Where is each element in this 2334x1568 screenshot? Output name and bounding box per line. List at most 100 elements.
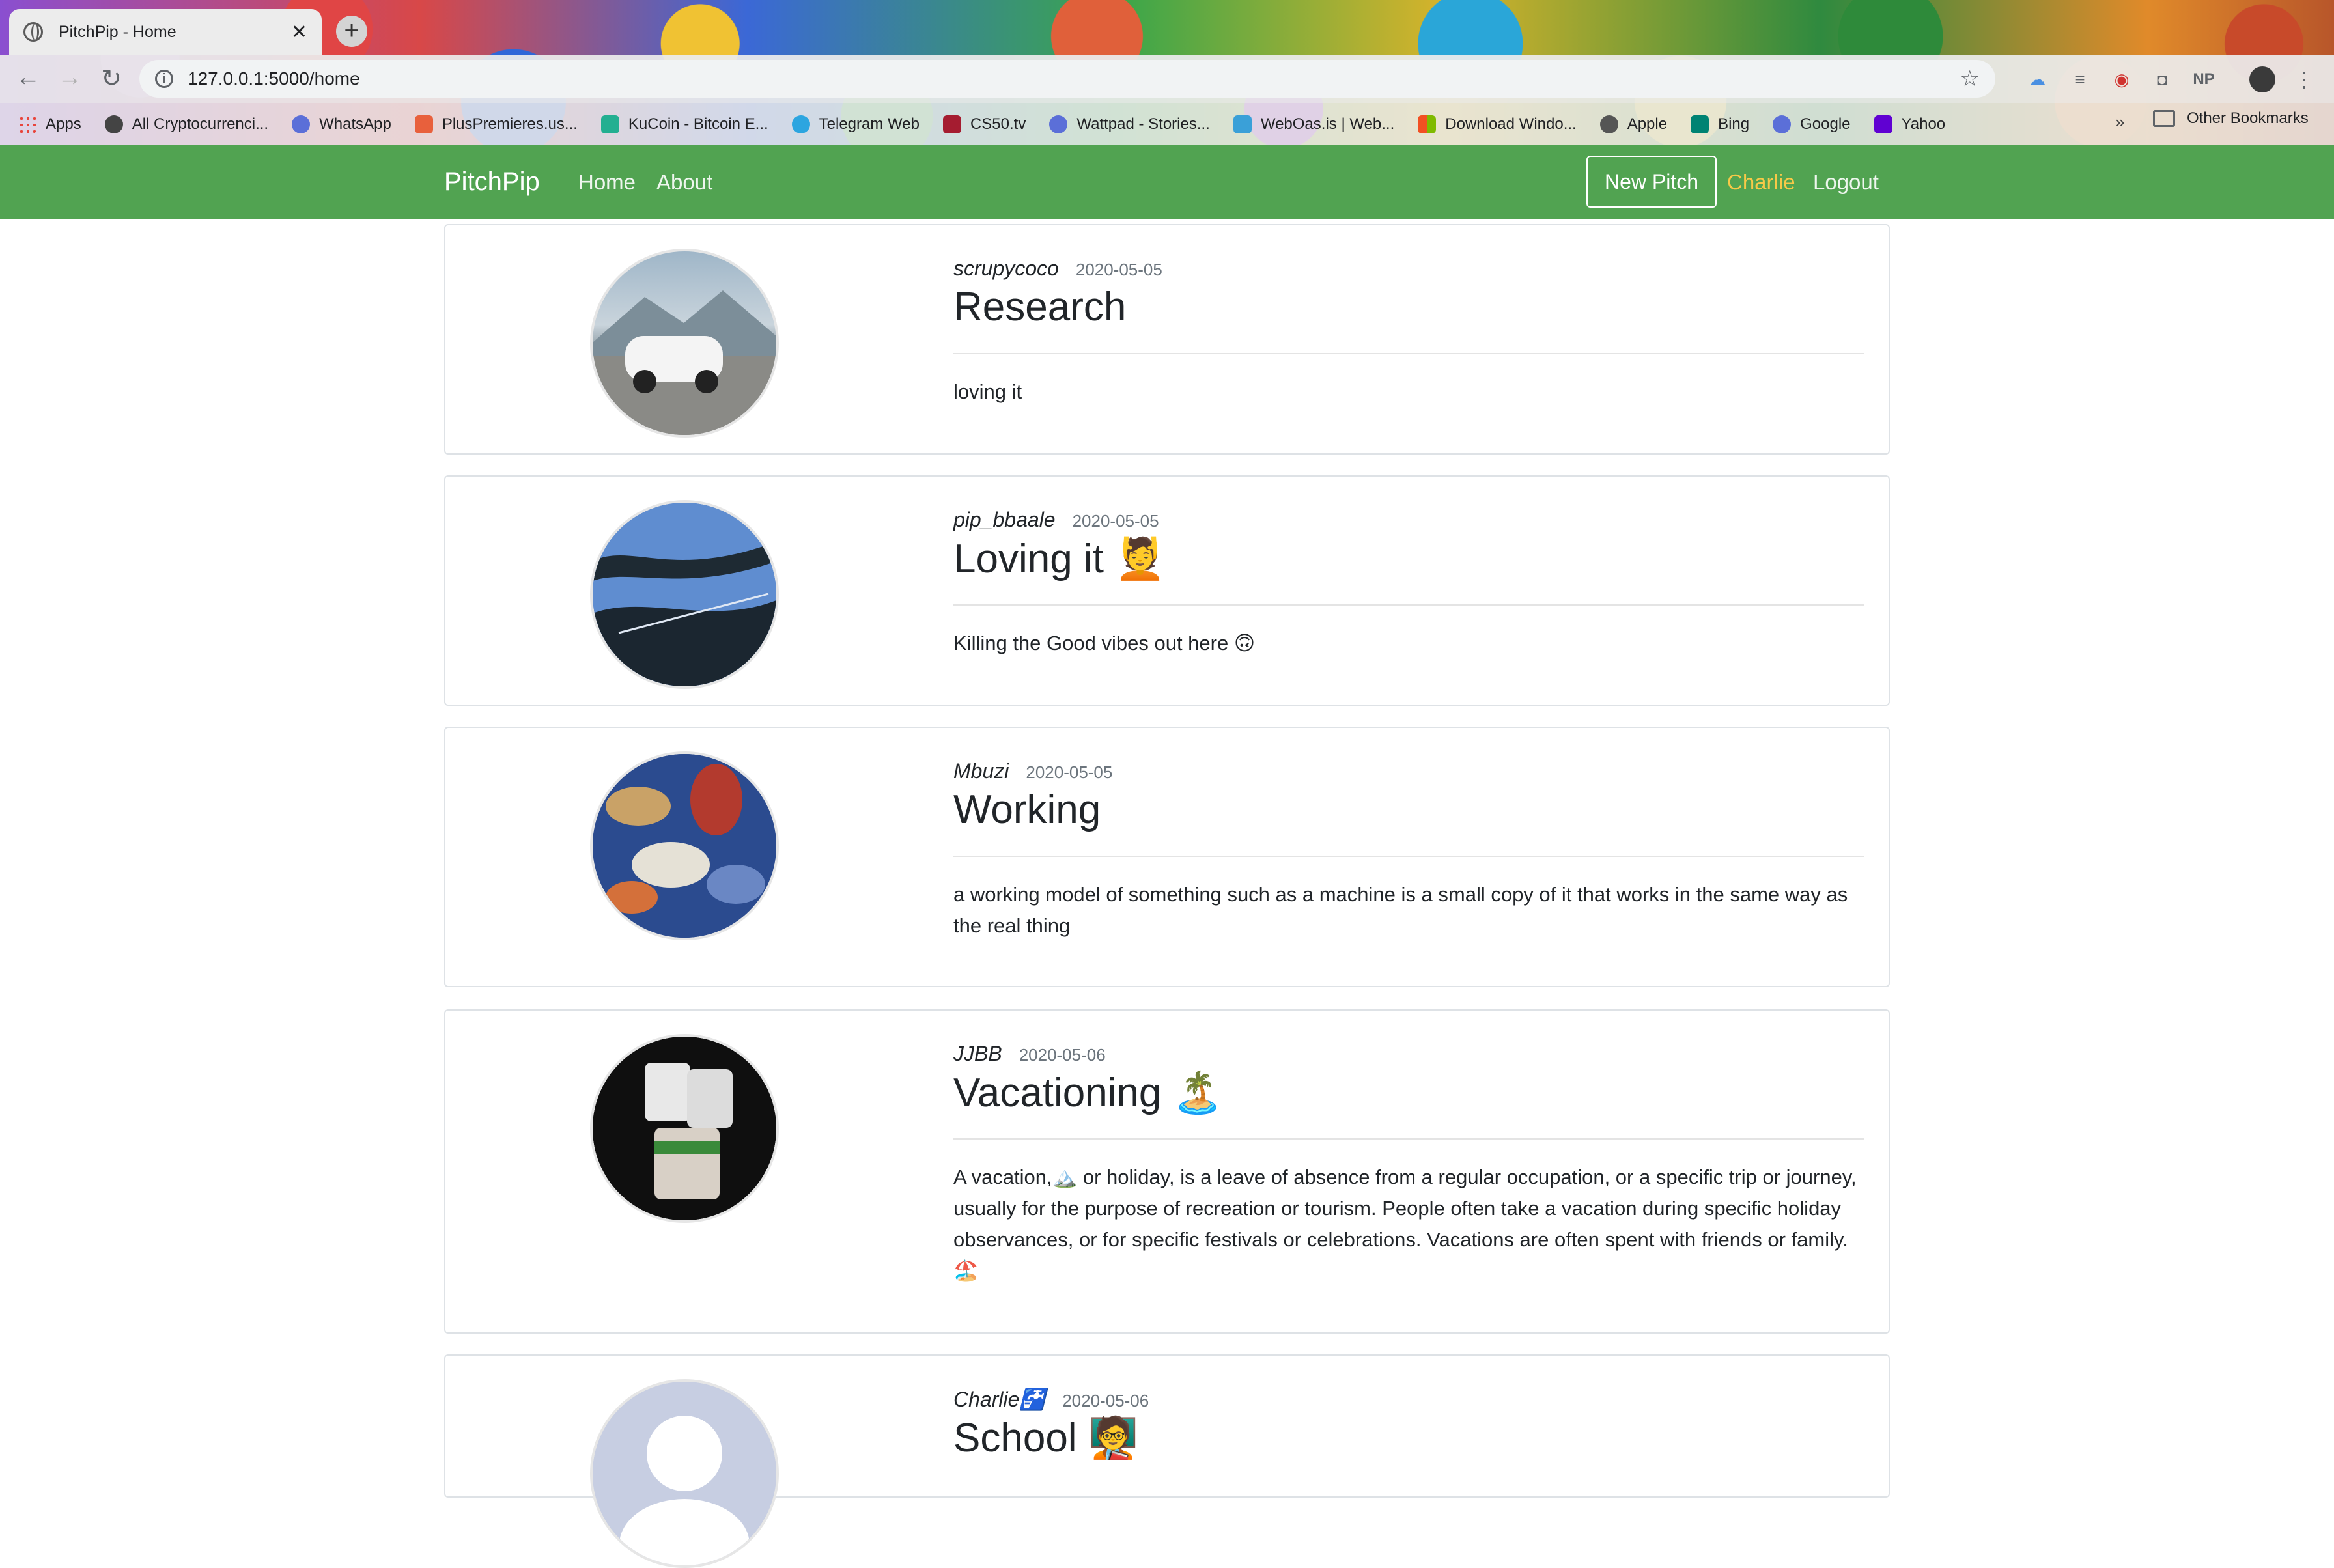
pitch-body: A vacation,🏔️ or holiday, is a leave of … (953, 1166, 1857, 1282)
pitch-meta: scrupycoco 2020-05-05 (953, 257, 1162, 281)
tab-title: PitchPip - Home (59, 22, 176, 41)
pitch-card: Charlie🚰 2020-05-06 School 🧑‍🏫 (444, 1354, 1890, 1568)
abstract-art-photo-image (593, 754, 776, 938)
pitch-author[interactable]: scrupycoco (953, 257, 1059, 281)
bookmark-download-windows[interactable]: Download Windo... (1418, 115, 1577, 133)
apps-grid-icon (18, 115, 36, 133)
bookmark-telegram[interactable]: Telegram Web (791, 115, 920, 133)
apple-logo-icon (1599, 115, 1618, 133)
pitch-avatar (590, 751, 779, 940)
bookmark-pluspremieres[interactable]: PlusPremieres.us... (414, 115, 578, 133)
pitch-date: 2020-05-05 (1026, 763, 1113, 782)
bookmark-apple[interactable]: Apple (1599, 115, 1667, 133)
other-bookmarks[interactable]: Other Bookmarks (2153, 109, 2309, 128)
tree-sky-photo-image (593, 503, 776, 686)
pitch-card: scrupycoco 2020-05-05 Research loving it (444, 224, 1890, 455)
brand-logo[interactable]: PitchPip (444, 167, 540, 197)
drive-extension-icon[interactable]: ≡ (2068, 68, 2092, 91)
globe-icon (1773, 115, 1792, 133)
new-tab-button[interactable]: + (336, 16, 367, 47)
bookmark-whatsapp[interactable]: WhatsApp (292, 115, 391, 133)
pitch-title[interactable]: Research (953, 284, 1126, 330)
pitch-date: 2020-05-05 (1072, 511, 1159, 531)
pitch-avatar (590, 1379, 779, 1568)
pitch-divider (953, 604, 1864, 606)
cs50-shield-icon (942, 115, 961, 133)
pitch-author[interactable]: pip_bbaale (953, 508, 1056, 532)
default-user-silhouette-icon (593, 1382, 776, 1565)
pitch-meta: Mbuzi 2020-05-05 (953, 759, 1112, 783)
bing-logo-icon (1691, 115, 1709, 133)
pitch-date: 2020-05-06 (1062, 1391, 1149, 1410)
pitch-body: loving it (953, 380, 1022, 403)
logout-link[interactable]: Logout (1813, 170, 1879, 195)
globe-icon (1049, 115, 1068, 133)
pitch-title[interactable]: Working (953, 787, 1101, 833)
pitch-avatar (590, 1034, 779, 1223)
more-bookmarks-chevron-icon[interactable]: » (2115, 112, 2124, 132)
browser-toolbar: ← → ↻ i 127.0.0.1:5000/home ☆ ☁ ≡ ◉ ◘ NP… (0, 55, 2334, 103)
pitch-author[interactable]: JJBB (953, 1042, 1002, 1066)
profile-avatar-icon[interactable] (2249, 66, 2275, 92)
coinmarket-icon (104, 115, 123, 133)
menu-dots-icon[interactable]: ⋮ (2292, 68, 2316, 91)
car-photo-image (593, 290, 776, 435)
pitch-body: a working model of something such as a m… (953, 883, 1848, 937)
pitch-card: JJBB 2020-05-06 Vacationing 🏝️ A vacatio… (444, 1009, 1890, 1334)
current-user-link[interactable]: Charlie (1727, 170, 1795, 195)
bookmarks-bar: Apps All Cryptocurrenci... WhatsApp Plus… (0, 103, 2334, 145)
pitch-avatar (590, 500, 779, 689)
telegram-icon (791, 115, 810, 133)
bookmark-cryptocurrencies[interactable]: All Cryptocurrenci... (104, 115, 268, 133)
pitch-card: pip_bbaale 2020-05-05 Loving it 💆 Killin… (444, 475, 1890, 706)
pitch-meta: Charlie🚰 2020-05-06 (953, 1387, 1149, 1412)
yahoo-logo-icon (1874, 115, 1892, 133)
bookmark-star-icon[interactable]: ☆ (1960, 66, 1980, 92)
back-arrow-icon[interactable]: ← (13, 64, 43, 92)
pitch-author[interactable]: Mbuzi (953, 759, 1009, 783)
site-info-icon[interactable]: i (155, 70, 173, 88)
pitch-title[interactable]: Vacationing 🏝️ (953, 1069, 1223, 1117)
reload-icon[interactable]: ↻ (96, 64, 126, 93)
pitch-card: Mbuzi 2020-05-05 Working a working model… (444, 727, 1890, 987)
toilet-paper-photo-image (593, 1037, 776, 1220)
bookmark-apps[interactable]: Apps (18, 115, 81, 133)
pitch-divider (953, 1138, 1864, 1140)
bookmark-kucoin[interactable]: KuCoin - Bitcoin E... (600, 115, 768, 133)
pitch-meta: JJBB 2020-05-06 (953, 1042, 1106, 1066)
pitch-title[interactable]: School 🧑‍🏫 (953, 1414, 1138, 1462)
kucoin-icon (600, 115, 619, 133)
nav-home-link[interactable]: Home (578, 170, 636, 195)
bookmark-yahoo[interactable]: Yahoo (1874, 115, 1945, 133)
forward-arrow-icon[interactable]: → (55, 64, 85, 92)
globe-icon (23, 22, 43, 42)
app-navbar: PitchPip Home About New Pitch Charlie Lo… (0, 145, 2334, 219)
browser-tab[interactable]: PitchPip - Home ✕ (9, 9, 322, 55)
bookmark-cs50[interactable]: CS50.tv (942, 115, 1026, 133)
np-extension-icon[interactable]: NP (2192, 68, 2215, 91)
bookmark-google[interactable]: Google (1773, 115, 1851, 133)
bookmark-weboasis[interactable]: WebOas.is | Web... (1233, 115, 1394, 133)
globe-icon (292, 115, 311, 133)
pitch-author[interactable]: Charlie🚰 (953, 1387, 1045, 1412)
pitch-date: 2020-05-05 (1075, 260, 1162, 279)
pluspremieres-icon (414, 115, 433, 133)
folder-icon (2153, 110, 2175, 127)
browser-chrome: PitchPip - Home ✕ + ← → ↻ i 127.0.0.1:50… (0, 0, 2334, 145)
pitch-title[interactable]: Loving it 💆 (953, 535, 1165, 583)
record-extension-icon[interactable]: ◉ (2110, 68, 2133, 91)
pitch-meta: pip_bbaale 2020-05-05 (953, 508, 1159, 532)
windows-logo-icon (1418, 115, 1437, 133)
bookmark-wattpad[interactable]: Wattpad - Stories... (1049, 115, 1210, 133)
new-pitch-button[interactable]: New Pitch (1586, 156, 1717, 208)
cloud-extension-icon[interactable]: ☁ (2025, 68, 2049, 91)
pitch-avatar (590, 249, 779, 438)
address-bar[interactable]: i 127.0.0.1:5000/home ☆ (139, 60, 1995, 98)
bookmark-bing[interactable]: Bing (1691, 115, 1749, 133)
camera-extension-icon[interactable]: ◘ (2150, 68, 2174, 91)
nav-about-link[interactable]: About (656, 170, 712, 195)
pitch-divider (953, 856, 1864, 857)
pitch-divider (953, 353, 1864, 354)
url-text[interactable]: 127.0.0.1:5000/home (188, 68, 360, 89)
close-tab-icon[interactable]: ✕ (291, 21, 307, 44)
